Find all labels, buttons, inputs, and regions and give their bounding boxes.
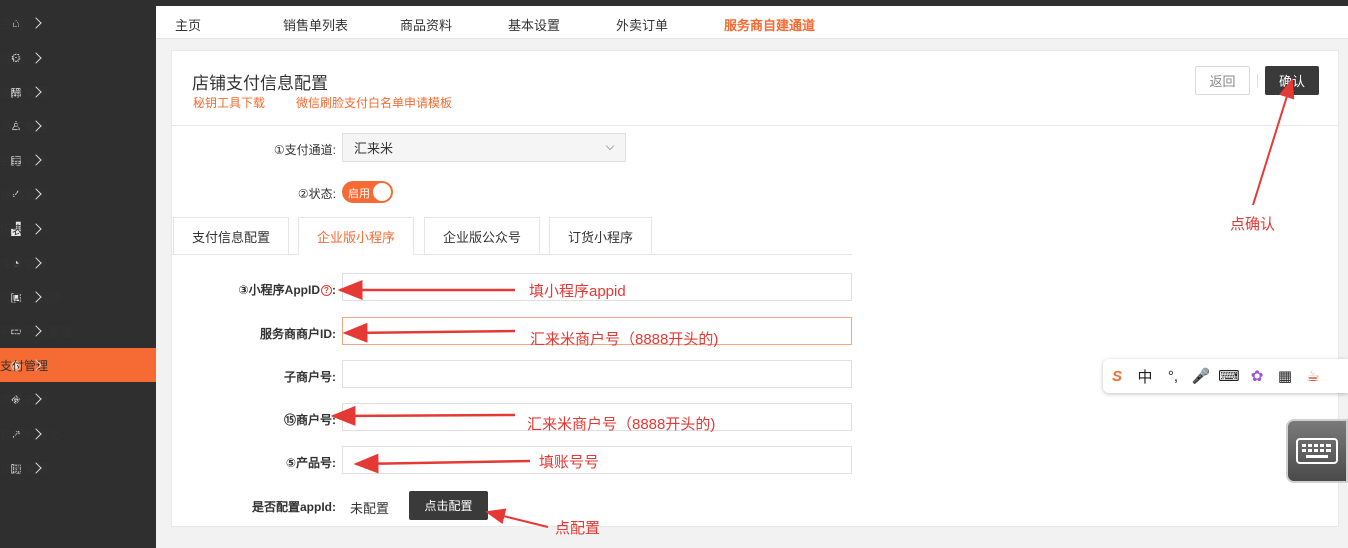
chevron-right-icon (30, 52, 42, 64)
keyboard-icon (1296, 438, 1338, 464)
tab-basic-settings[interactable]: 基本设置 (508, 15, 560, 34)
confirm-button[interactable]: 确认 (1265, 66, 1319, 95)
ime-toolbar: S 中 °, 🎤 ⌨ ✿ ▦ ☕ (1103, 359, 1348, 393)
annotation-appid: 填小程序appid (529, 283, 626, 300)
sidebar-item-products[interactable]: ▦ 商品管理 (0, 75, 156, 109)
appid-label: ③小程序AppID?: (212, 281, 337, 298)
sidebar-item-inventory[interactable]: ◔ 库存管理 (0, 246, 156, 280)
help-icon[interactable]: ? (321, 285, 332, 297)
microphone-icon[interactable]: 🎤 (1187, 362, 1215, 390)
sidebar-item-label: 设置 (0, 51, 25, 66)
appid-config-label: 是否配置appId: (252, 500, 336, 514)
button-divider (1257, 74, 1258, 88)
sidebar-item-open-platform[interactable]: ▭ 开放平台管理 (0, 314, 156, 348)
toggle-knob (373, 183, 391, 201)
tab-takeaway-orders[interactable]: 外卖订单 (616, 15, 668, 34)
status-label: ②状态: (297, 187, 336, 201)
virtual-keyboard-button[interactable] (1286, 419, 1348, 483)
punctuation-icon[interactable]: °, (1159, 362, 1187, 390)
sidebar-item-label: 主页 (0, 16, 25, 31)
payment-channel-label: ①支付通道: (273, 143, 336, 157)
header-divider (172, 125, 1338, 126)
status-toggle[interactable]: 启用 (342, 181, 393, 203)
sidebar: ⌂ 主页 ⚙ 设置 ▦ 商品管理 ♙ 员工管理 ▤ 会员管理 ✓ 促销管理 ▟ … (0, 0, 156, 548)
appid-label-colon: : (332, 283, 336, 297)
chevron-right-icon (30, 17, 42, 29)
product-no-label: ⑤产品号: (285, 456, 336, 470)
sidebar-item-home[interactable]: ⌂ 主页 (0, 6, 156, 40)
sidebar-item-promotions[interactable]: ✓ 促销管理 (0, 177, 156, 211)
sidebar-item-logistics[interactable]: ◈ 商品货流 (0, 382, 156, 416)
sub-merchant-label: 子商户号: (284, 370, 336, 384)
status-toggle-text: 启用 (348, 188, 370, 200)
annotation-merchant-id: 汇来米商户号（8888开头的) (530, 331, 719, 348)
annotation-merchant-no: 汇来米商户号（8888开头的) (527, 416, 716, 433)
annotation-config: 点配置 (555, 520, 601, 537)
sidebar-item-settings[interactable]: ⚙ 设置 (0, 41, 156, 75)
cup-icon[interactable]: ☕ (1299, 362, 1327, 390)
appid-config-status: 未配置 (350, 501, 390, 516)
sidebar-item-data-viz[interactable]: ↗ 数据可视化 (0, 417, 156, 451)
key-tool-download-link[interactable]: 秘钥工具下载 (193, 94, 265, 111)
sidebar-item-payment[interactable]: ◉ 支付管理 (0, 348, 156, 382)
tab-home[interactable]: 主页 (175, 15, 201, 34)
sogou-logo-icon[interactable]: S (1103, 362, 1131, 390)
page-title: 店铺支付信息配置 (192, 74, 328, 93)
tab-ordering-miniprogram[interactable]: 订货小程序 (549, 217, 652, 255)
sidebar-item-reports[interactable]: ▟ 报表中心 (0, 212, 156, 246)
face-pay-whitelist-link[interactable]: 微信刷脸支付白名单申请模板 (296, 94, 452, 111)
tab-payment-info[interactable]: 支付信息配置 (173, 217, 289, 255)
sidebar-item-staff[interactable]: ♙ 员工管理 (0, 109, 156, 143)
tab-enterprise-miniprogram[interactable]: 企业版小程序 (298, 217, 414, 255)
keyboard-icon[interactable]: ⌨ (1215, 362, 1243, 390)
annotation-product-no: 填账号号 (539, 454, 600, 471)
tab-sales-list[interactable]: 销售单列表 (283, 15, 348, 34)
tab-enterprise-official-account[interactable]: 企业版公众号 (424, 217, 540, 255)
tab-provider-channel[interactable]: 服务商自建通道 (724, 15, 815, 34)
merchant-no-label: ⑮商户号: (284, 413, 336, 427)
chevron-down-icon (605, 141, 615, 151)
tab-product-info[interactable]: 商品资料 (400, 15, 452, 34)
back-button[interactable]: 返回 (1195, 66, 1250, 95)
provider-merchant-id-label: 服务商商户ID: (260, 327, 336, 341)
sidebar-item-members[interactable]: ▤ 会员管理 (0, 143, 156, 177)
config-button[interactable]: 点击配置 (409, 491, 488, 520)
payment-channel-select[interactable]: 汇来米 (342, 133, 626, 162)
payment-config-card: 店铺支付信息配置 秘钥工具下载 微信刷脸支付白名单申请模板 返回 确认 ①支付通… (171, 50, 1339, 527)
skin-icon[interactable]: ✿ (1243, 362, 1271, 390)
sub-merchant-input[interactable] (342, 360, 852, 388)
sidebar-item-takeaway[interactable]: ▥ 外卖管理 (0, 451, 156, 485)
sidebar-item-online-store[interactable]: ▣ 网店/小程序 (0, 280, 156, 314)
appid-label-text: ③小程序AppID (238, 283, 321, 297)
chinese-mode-icon[interactable]: 中 (1131, 362, 1159, 390)
top-nav: 主页 销售单列表 商品资料 基本设置 外卖订单 服务商自建通道 (156, 6, 1348, 39)
annotation-confirm: 点确认 (1230, 216, 1276, 233)
payment-channel-value: 汇来米 (354, 141, 394, 156)
grid-menu-icon[interactable]: ▦ (1271, 362, 1299, 390)
